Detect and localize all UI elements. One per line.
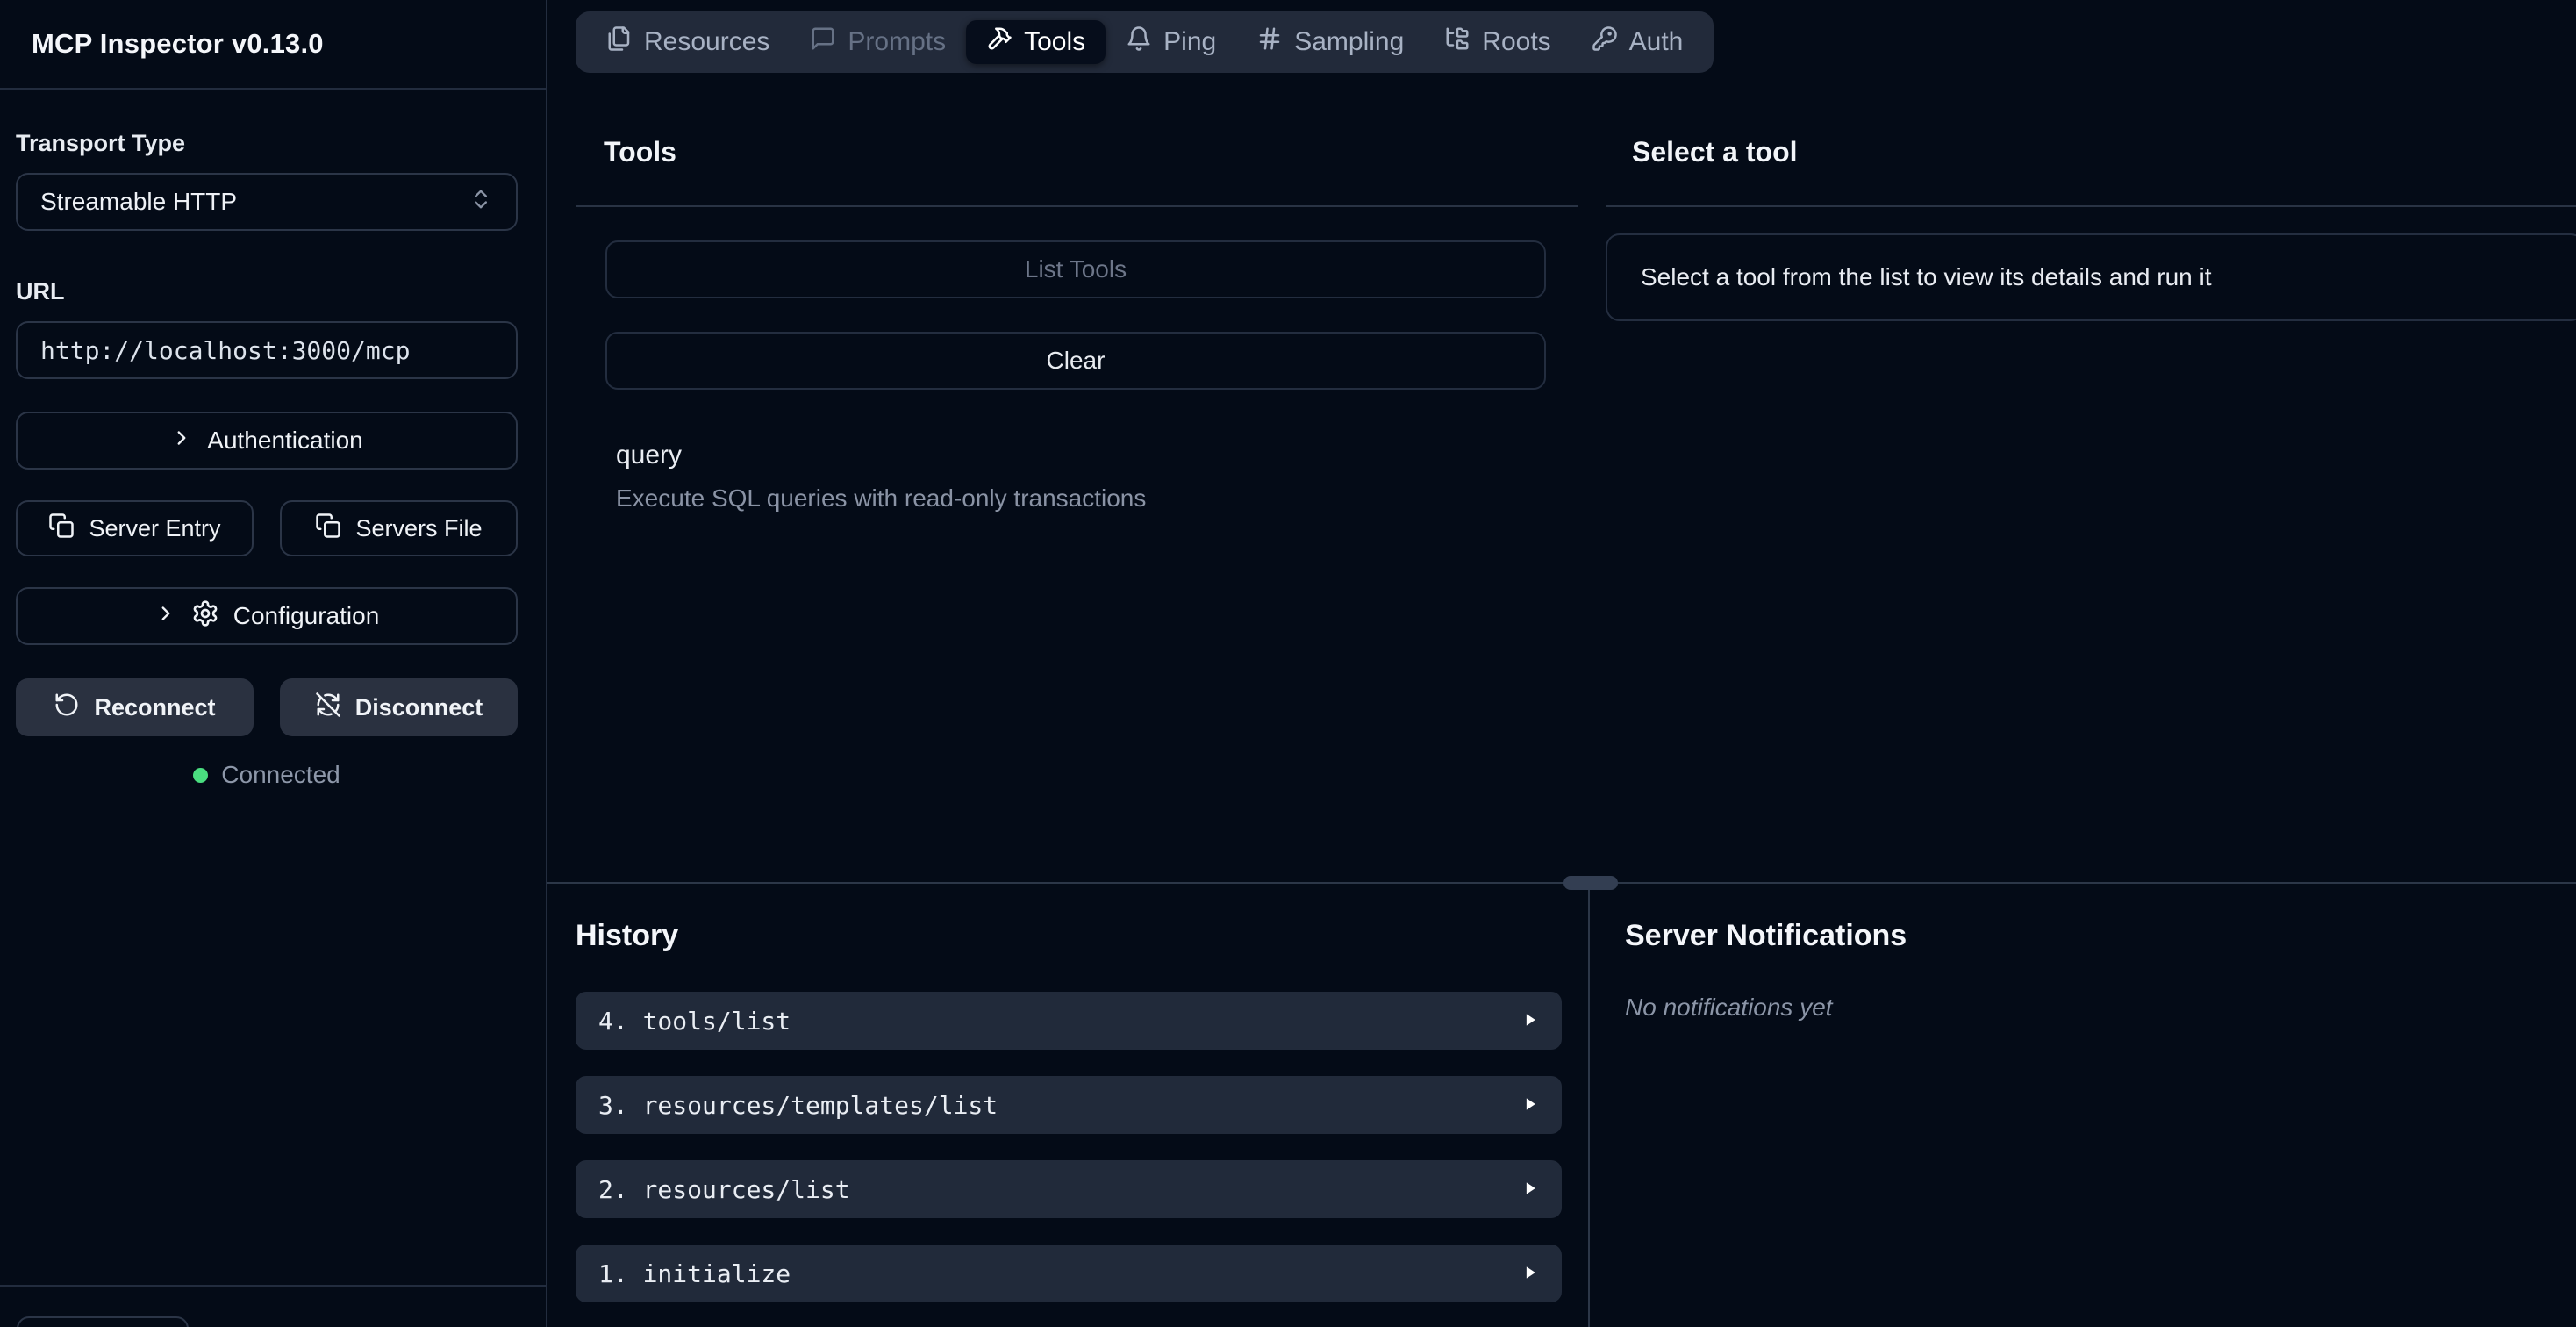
tool-name: query bbox=[616, 441, 1548, 470]
expand-caret-icon bbox=[1521, 1091, 1539, 1119]
tool-list-item-query[interactable]: query Execute SQL queries with read-only… bbox=[616, 441, 1548, 513]
tab-roots[interactable]: Roots bbox=[1424, 20, 1571, 64]
transport-type-value: Streamable HTTP bbox=[40, 188, 237, 216]
tools-panel-title: Tools bbox=[604, 136, 1588, 169]
disconnect-button[interactable]: Disconnect bbox=[280, 678, 518, 736]
connection-status: Connected bbox=[16, 761, 518, 789]
transport-type-label: Transport Type bbox=[16, 130, 518, 157]
history-title: History bbox=[576, 919, 1562, 953]
divider bbox=[1606, 205, 2576, 207]
server-notifications-panel: Server Notifications No notifications ye… bbox=[1590, 884, 2576, 1327]
tools-panel: Tools List Tools Clear query Execute SQL… bbox=[547, 73, 1588, 882]
history-item-label: 3. resources/templates/list bbox=[598, 1091, 998, 1120]
authentication-label: Authentication bbox=[207, 427, 362, 455]
server-entry-button[interactable]: Server Entry bbox=[16, 500, 254, 556]
expand-caret-icon bbox=[1521, 1175, 1539, 1203]
sidebar-footer bbox=[0, 1285, 546, 1327]
horizontal-split-divider bbox=[547, 882, 2576, 884]
main-area: Resources Prompts Tools Ping bbox=[547, 0, 2576, 1327]
gear-icon bbox=[191, 599, 219, 634]
app-root: MCP Inspector v0.13.0 Transport Type Str… bbox=[0, 0, 2576, 1327]
hash-icon bbox=[1256, 25, 1283, 59]
server-entry-label: Server Entry bbox=[89, 515, 220, 542]
files-icon bbox=[606, 25, 633, 59]
disconnect-label: Disconnect bbox=[355, 694, 483, 721]
divider bbox=[576, 205, 1578, 207]
tab-label: Tools bbox=[1024, 27, 1085, 57]
notifications-empty-message: No notifications yet bbox=[1625, 993, 2576, 1022]
sidebar-header: MCP Inspector v0.13.0 bbox=[0, 0, 546, 90]
hammer-icon bbox=[986, 25, 1013, 59]
status-label: Connected bbox=[221, 761, 340, 789]
authentication-toggle[interactable]: Authentication bbox=[16, 412, 518, 470]
sidebar-body: Transport Type Streamable HTTP URL Authe… bbox=[0, 90, 546, 789]
tab-label: Sampling bbox=[1294, 27, 1404, 57]
history-item-label: 1. initialize bbox=[598, 1259, 791, 1288]
tab-ping[interactable]: Ping bbox=[1106, 20, 1236, 64]
connection-buttons-row: Reconnect Disconnect bbox=[16, 678, 518, 736]
history-item[interactable]: 4. tools/list bbox=[576, 992, 1562, 1050]
history-list: 4. tools/list 3. resources/templates/lis… bbox=[576, 992, 1562, 1302]
resize-handle[interactable] bbox=[1563, 876, 1618, 890]
tab-sampling[interactable]: Sampling bbox=[1236, 20, 1424, 64]
server-notifications-title: Server Notifications bbox=[1625, 919, 2576, 953]
url-input[interactable] bbox=[16, 321, 518, 379]
history-item[interactable]: 2. resources/list bbox=[576, 1160, 1562, 1218]
tab-resources[interactable]: Resources bbox=[586, 20, 790, 64]
tab-label: Auth bbox=[1629, 27, 1684, 57]
rotate-ccw-icon bbox=[54, 692, 80, 724]
tab-label: Roots bbox=[1482, 27, 1550, 57]
tab-label: Ping bbox=[1163, 27, 1216, 57]
tool-detail-placeholder: Select a tool from the list to view its … bbox=[1606, 233, 2576, 321]
tool-description: Execute SQL queries with read-only trans… bbox=[616, 484, 1548, 513]
servers-file-button[interactable]: Servers File bbox=[280, 500, 518, 556]
tab-auth[interactable]: Auth bbox=[1571, 20, 1704, 64]
copy-icon bbox=[315, 513, 341, 545]
transport-type-select[interactable]: Streamable HTTP bbox=[16, 173, 518, 231]
sidebar: MCP Inspector v0.13.0 Transport Type Str… bbox=[0, 0, 547, 1327]
refresh-off-icon bbox=[315, 692, 341, 724]
history-item[interactable]: 1. initialize bbox=[576, 1245, 1562, 1302]
tab-bar: Resources Prompts Tools Ping bbox=[576, 11, 1714, 73]
tab-prompts[interactable]: Prompts bbox=[790, 20, 966, 64]
bottom-panels: History 4. tools/list 3. resources/templ… bbox=[547, 884, 2576, 1327]
tool-detail-panel: Select a tool Select a tool from the lis… bbox=[1588, 73, 2576, 882]
history-item-label: 4. tools/list bbox=[598, 1007, 791, 1036]
chevrons-up-down-icon bbox=[469, 187, 493, 218]
bell-icon bbox=[1126, 25, 1152, 59]
tab-label: Resources bbox=[644, 27, 769, 57]
chevron-right-icon bbox=[170, 427, 193, 455]
copy-icon bbox=[48, 513, 75, 545]
servers-file-label: Servers File bbox=[355, 515, 482, 542]
reconnect-label: Reconnect bbox=[94, 694, 215, 721]
chevron-right-icon bbox=[154, 602, 177, 631]
tab-tools[interactable]: Tools bbox=[966, 20, 1106, 64]
tool-detail-title: Select a tool bbox=[1632, 136, 2576, 169]
app-title: MCP Inspector v0.13.0 bbox=[32, 28, 324, 60]
history-panel: History 4. tools/list 3. resources/templ… bbox=[547, 884, 1588, 1327]
folder-tree-icon bbox=[1444, 25, 1470, 59]
server-buttons-row: Server Entry Servers File bbox=[16, 500, 518, 556]
configuration-label: Configuration bbox=[233, 602, 380, 630]
url-label: URL bbox=[16, 278, 518, 305]
reconnect-button[interactable]: Reconnect bbox=[16, 678, 254, 736]
key-icon bbox=[1592, 25, 1618, 59]
list-tools-button[interactable]: List Tools bbox=[605, 240, 1546, 298]
clear-button[interactable]: Clear bbox=[605, 332, 1546, 390]
expand-caret-icon bbox=[1521, 1259, 1539, 1288]
history-item[interactable]: 3. resources/templates/list bbox=[576, 1076, 1562, 1134]
top-panels: Tools List Tools Clear query Execute SQL… bbox=[547, 73, 2576, 882]
tab-label: Prompts bbox=[848, 27, 946, 57]
message-square-icon bbox=[810, 25, 836, 59]
expand-caret-icon bbox=[1521, 1007, 1539, 1035]
status-dot-icon bbox=[193, 768, 208, 783]
history-item-label: 2. resources/list bbox=[598, 1175, 850, 1204]
sidebar-footer-button[interactable] bbox=[17, 1316, 189, 1327]
configuration-toggle[interactable]: Configuration bbox=[16, 587, 518, 645]
